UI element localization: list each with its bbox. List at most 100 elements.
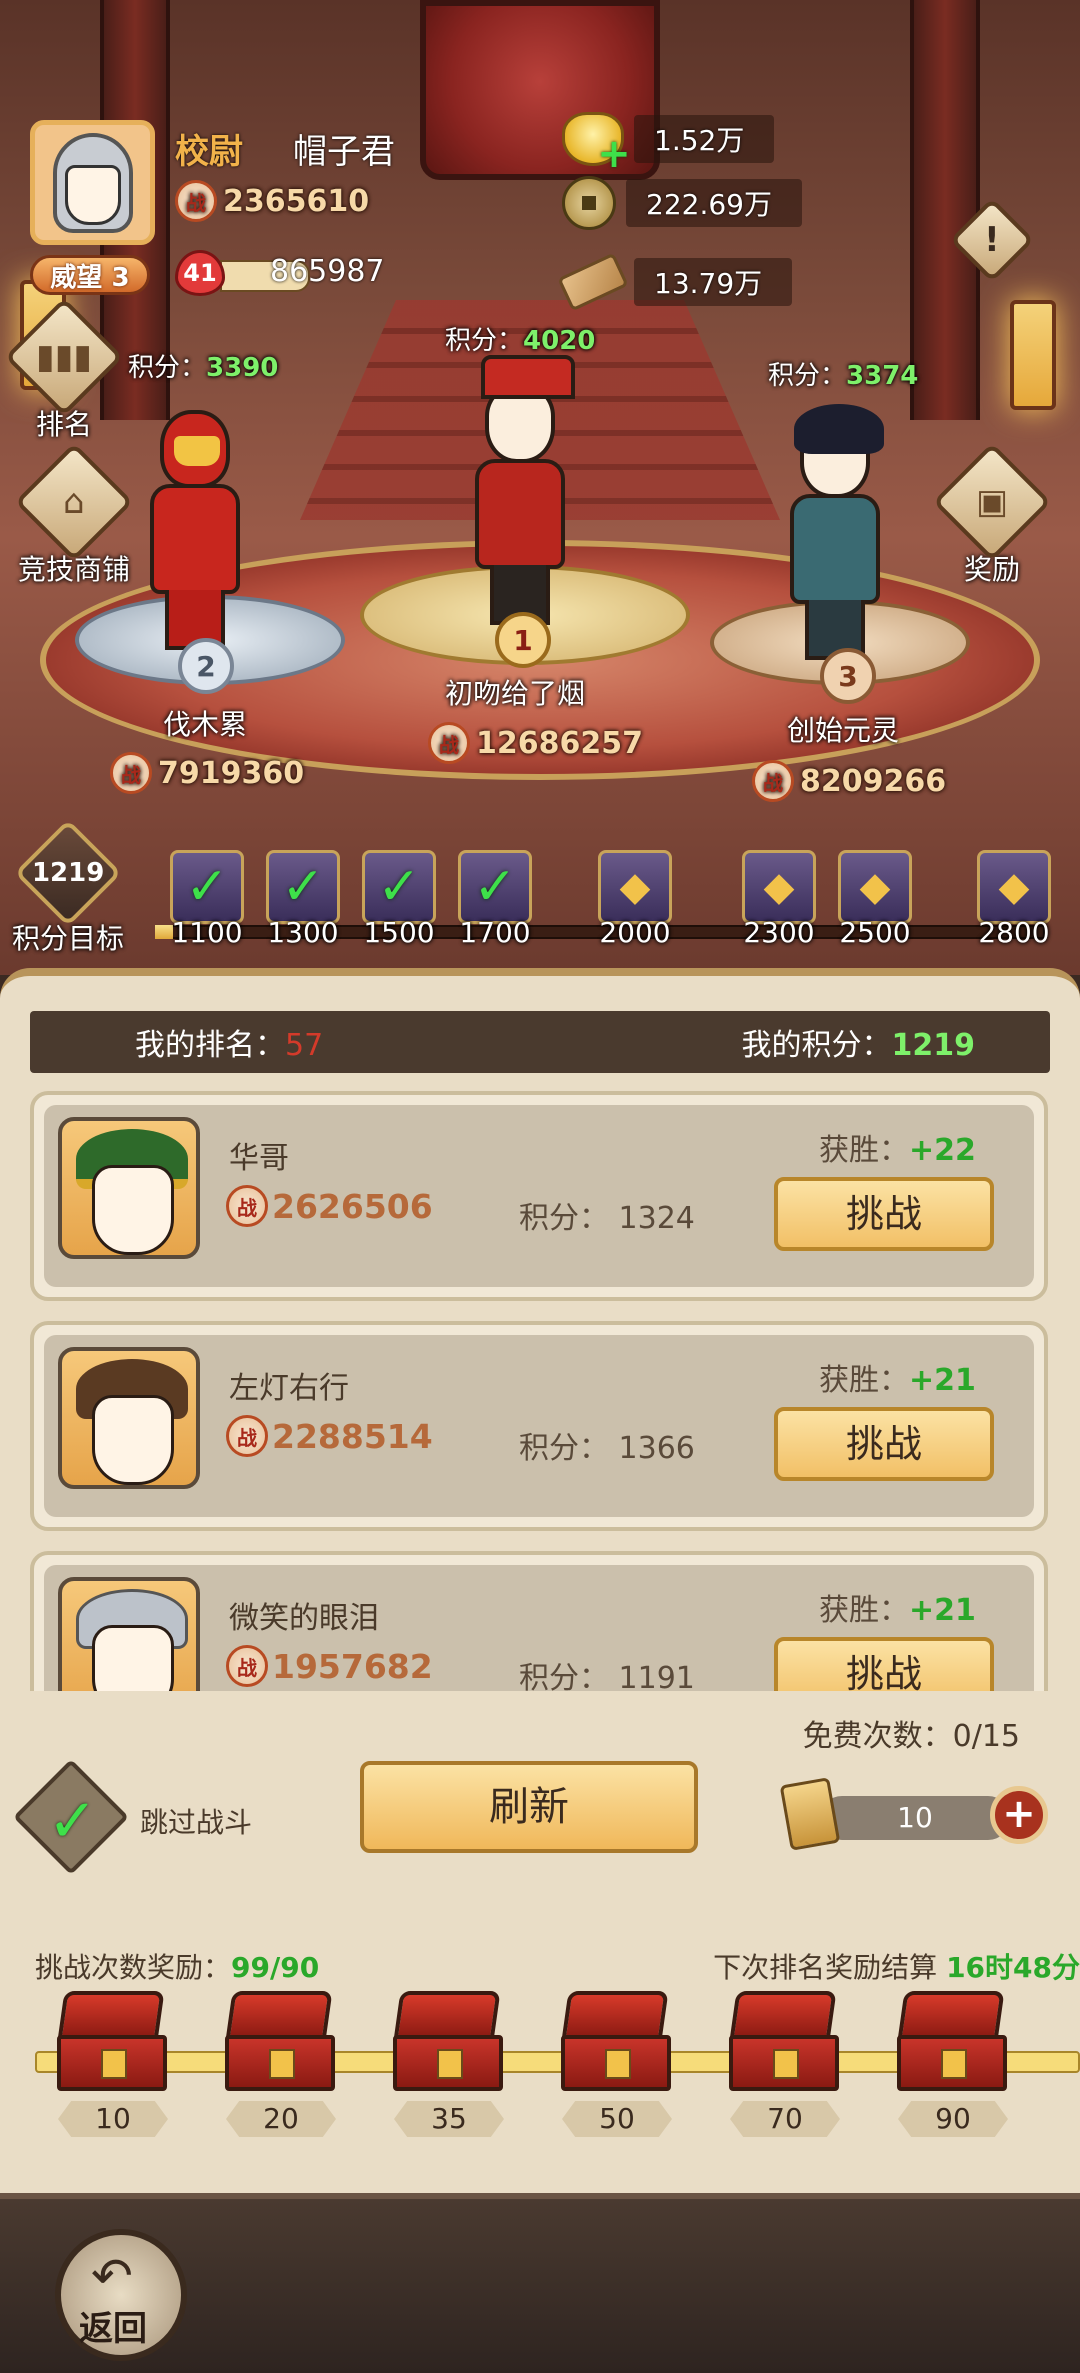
reward-button[interactable]: ▣ 奖励 <box>932 442 1052 588</box>
reward-chest-label: 20 <box>226 2101 336 2137</box>
podium-second-score: 积分：3390 <box>128 353 279 383</box>
challenge-panel: 我的排名：57 我的积分：1219 华哥 战 2626506 积分： 1324 获… <box>0 968 1080 2201</box>
reward-chest[interactable] <box>893 1991 1013 2091</box>
reward-chest-label: 70 <box>730 2101 840 2137</box>
arena-controls: 免费次数：0/15 ✓ 跳过战斗 刷新 10 + 挑战次数奖励：99/90 下次… <box>0 1691 1080 2201</box>
check-icon: ✓ <box>377 857 421 917</box>
battle-power-icon: 战 <box>428 722 470 764</box>
battle-power-icon: 战 <box>175 180 217 222</box>
challenge-button[interactable]: 挑战 <box>774 1407 994 1481</box>
opponent-avatar[interactable] <box>58 1577 200 1691</box>
check-icon: ✓ <box>185 857 229 917</box>
score-milestone-reward[interactable]: ✓ <box>170 850 244 924</box>
my-rank: 我的排名：57 <box>135 1028 324 1063</box>
score-milestone-label: 2300 <box>743 916 815 949</box>
lantern-right <box>1010 300 1056 410</box>
opponent-score: 积分： 1324 <box>519 1201 695 1236</box>
shop-icon: ⌂ <box>63 482 85 522</box>
score-milestone-label: 1300 <box>267 916 339 949</box>
score-milestone-label: 1500 <box>363 916 435 949</box>
score-milestone-reward[interactable]: ◆ <box>598 850 672 924</box>
opponent-list[interactable]: 华哥 战 2626506 积分： 1324 获胜：+22 挑战 左灯右行 战 228… <box>0 1091 1080 1691</box>
exp-value: 865987 <box>270 254 385 289</box>
opponent-power: 战 1957682 <box>226 1645 433 1687</box>
gold-currency[interactable]: + 1.52万 <box>562 112 775 174</box>
opponent-name: 华哥 <box>229 1141 289 1176</box>
check-icon: ✓ <box>281 857 325 917</box>
score-milestone-reward[interactable]: ◆ <box>977 850 1051 924</box>
reward-chest[interactable] <box>389 1991 509 2091</box>
score-target-value: 1219 <box>31 858 105 888</box>
player-avatar[interactable] <box>30 120 155 245</box>
opponent-score: 积分： 1366 <box>519 1431 695 1466</box>
opponent-name: 微笑的眼泪 <box>229 1601 379 1636</box>
opponent-power: 战 2626506 <box>226 1185 433 1227</box>
challenge-ticket-icon <box>779 1777 841 1851</box>
copper-coin-icon <box>562 176 616 230</box>
podium-first-name: 初吻给了烟 <box>445 677 586 710</box>
back-button[interactable]: ↶ 返回 <box>55 2229 187 2361</box>
podium-third-character[interactable] <box>790 404 884 660</box>
skip-battle-checkbox[interactable]: ✓ <box>13 1759 129 1875</box>
score-milestone-reward[interactable]: ◆ <box>742 850 816 924</box>
rank-3-medal: 3 <box>820 648 876 704</box>
score-target: 1219 积分目标 <box>12 819 124 957</box>
reward-chest-label: 90 <box>898 2101 1008 2137</box>
heart-icon: 41 <box>175 250 225 296</box>
opponent-avatar[interactable] <box>58 1347 200 1489</box>
opponent-card: 左灯右行 战 2288514 积分： 1366 获胜：+21 挑战 <box>30 1321 1048 1531</box>
battle-power-icon: 战 <box>110 752 152 794</box>
podium-first-power: 战 12686257 <box>428 722 643 764</box>
add-ticket-button[interactable]: + <box>990 1786 1048 1844</box>
check-icon: ✓ <box>473 857 517 917</box>
reward-chest[interactable] <box>725 1991 845 2091</box>
score-milestone-reward[interactable]: ✓ <box>362 850 436 924</box>
my-rank-bar: 我的排名：57 我的积分：1219 <box>30 1011 1050 1073</box>
score-milestone-reward[interactable]: ✓ <box>266 850 340 924</box>
rank-1-medal: 1 <box>495 612 551 668</box>
challenge-button[interactable]: 挑战 <box>774 1637 994 1691</box>
opponent-power: 战 2288514 <box>226 1415 433 1457</box>
footer-bar: ↶ 返回 <box>0 2193 1080 2373</box>
battle-power-icon: 战 <box>226 1415 268 1457</box>
score-milestone-reward[interactable]: ◆ <box>838 850 912 924</box>
arena-shop-button[interactable]: ⌂ 竞技商铺 <box>14 442 134 588</box>
free-challenge-count: 免费次数：0/15 <box>802 1719 1020 1754</box>
reward-emblem-icon: ◆ <box>619 864 651 910</box>
podium-third-name: 创始元灵 <box>787 714 900 747</box>
score-milestone-label: 1100 <box>171 916 243 949</box>
player-rank-title: 校尉 <box>175 132 243 172</box>
battle-power-icon: 战 <box>226 1185 268 1227</box>
gift-icon: ▣ <box>975 482 1009 522</box>
opponent-card: 微笑的眼泪 战 1957682 积分： 1191 获胜：+21 挑战 <box>30 1551 1048 1691</box>
reward-chest-label: 50 <box>562 2101 672 2137</box>
coin-currency: 222.69万 <box>562 176 802 230</box>
reward-chest[interactable] <box>221 1991 341 2091</box>
opponent-win-points: 获胜：+21 <box>819 1593 976 1628</box>
reward-emblem-icon: ◆ <box>763 864 795 910</box>
challenge-count-reward: 挑战次数奖励：99/90 <box>35 1951 320 1984</box>
score-milestone-label: 2500 <box>839 916 911 949</box>
podium-first-score: 积分：4020 <box>445 326 596 356</box>
opponent-name: 左灯右行 <box>229 1371 349 1406</box>
reward-chest[interactable] <box>557 1991 677 2091</box>
podium-second-character[interactable] <box>150 410 240 650</box>
gold-ingot-icon: + <box>562 112 631 174</box>
podium-third-score: 积分：3374 <box>768 361 919 391</box>
opponent-win-points: 获胜：+22 <box>819 1133 976 1168</box>
rank-button[interactable]: ▮▮▮ 排名 <box>4 297 124 443</box>
opponent-avatar[interactable] <box>58 1117 200 1259</box>
add-gold-icon[interactable]: + <box>597 134 631 174</box>
alert-button[interactable]: ! <box>949 197 1035 283</box>
alert-icon: ! <box>984 219 1000 260</box>
reward-chest[interactable] <box>53 1991 173 2091</box>
podium-first-character[interactable] <box>475 355 575 625</box>
my-score: 我的积分：1219 <box>741 1028 976 1063</box>
opponent-win-points: 获胜：+21 <box>819 1363 976 1398</box>
challenge-button[interactable]: 挑战 <box>774 1177 994 1251</box>
bar-chart-icon: ▮▮▮ <box>35 336 93 377</box>
score-milestone-reward[interactable]: ✓ <box>458 850 532 924</box>
reward-chest-label: 35 <box>394 2101 504 2137</box>
refresh-button[interactable]: 刷新 <box>360 1761 698 1853</box>
rank-settlement-timer: 下次排名奖励结算 16时48分 <box>713 1951 1080 1984</box>
